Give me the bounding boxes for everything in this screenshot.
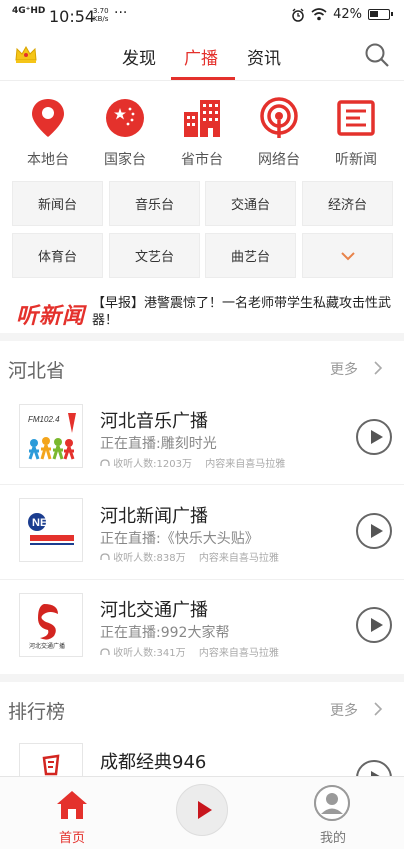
tab-news[interactable]: 资讯 xyxy=(247,44,281,69)
tab-me-label[interactable]: 我的 xyxy=(320,827,346,846)
grid-economy-station[interactable]: 经济台 xyxy=(302,181,393,226)
status-bar: 4G⁺HD 10:54 3.70 KB/s ··· 42% xyxy=(0,0,404,32)
station-listeners: 收听人数:838万 xyxy=(113,553,186,564)
national-star-icon xyxy=(106,99,144,137)
music-station-logo-icon: FM102.4 xyxy=(28,413,76,460)
crown-icon[interactable] xyxy=(14,44,38,64)
search-icon[interactable] xyxy=(364,42,390,68)
play-button[interactable] xyxy=(356,419,392,455)
category-network[interactable]: 网络台 xyxy=(243,96,315,169)
section-separator xyxy=(0,674,404,682)
grid-arts-station[interactable]: 文艺台 xyxy=(109,233,200,278)
station-logo: 河北交通广播 xyxy=(19,593,83,657)
category-news[interactable]: 听新闻 xyxy=(320,96,392,169)
station-logo: NEWS xyxy=(19,498,83,562)
grid-traffic-station[interactable]: 交通台 xyxy=(205,181,296,226)
tab-home-label[interactable]: 首页 xyxy=(59,827,85,846)
grid-expand-button[interactable] xyxy=(302,233,393,278)
station-listeners: 收听人数:341万 xyxy=(113,648,186,659)
status-time: 10:54 xyxy=(49,7,96,26)
news-icon xyxy=(337,100,375,136)
network-speed: 3.70 KB/s xyxy=(93,7,109,23)
station-live: 正在直播:雕刻时光 xyxy=(100,436,217,452)
play-button[interactable] xyxy=(356,513,392,549)
more-link-province[interactable]: 更多 xyxy=(330,359,383,379)
station-meta: 收听人数:1203万 内容来自喜马拉雅 xyxy=(100,455,285,470)
building-icon xyxy=(184,100,220,137)
more-notifications-icon: ··· xyxy=(114,5,128,21)
station-source: 内容来自喜马拉雅 xyxy=(198,553,279,564)
grid-news-station[interactable]: 新闻台 xyxy=(12,181,103,226)
signal-indicator: 4G⁺HD xyxy=(12,6,46,16)
section-title-province: 河北省 xyxy=(8,360,66,382)
chevron-right-icon xyxy=(374,361,383,375)
news-headline[interactable]: 【早报】港警震惊了！一名老师带学生私藏攻击性武器！ xyxy=(92,295,392,329)
more-label: 更多 xyxy=(330,703,358,719)
tab-broadcast[interactable]: 广播 xyxy=(184,44,218,69)
station-source: 内容来自喜马拉雅 xyxy=(198,648,279,659)
location-pin-icon xyxy=(32,99,64,137)
category-label: 网络台 xyxy=(258,152,300,168)
logo-caption: NEWS xyxy=(32,517,65,529)
player-button[interactable] xyxy=(176,784,228,836)
station-logo xyxy=(19,743,83,777)
grid-sports-station[interactable]: 体育台 xyxy=(12,233,103,278)
station-name: 河北交通广播 xyxy=(100,600,208,621)
section-separator xyxy=(0,333,404,341)
network-speed-unit: KB/s xyxy=(93,15,109,23)
station-live: 正在直播:《快乐大头贴》 xyxy=(100,531,259,547)
category-label: 本地台 xyxy=(27,152,69,168)
wifi-icon xyxy=(311,8,327,21)
station-live: 正在直播:992大家帮 xyxy=(100,625,230,641)
headphone-icon xyxy=(100,648,110,655)
chengdu-station-logo-icon xyxy=(42,754,60,776)
more-label: 更多 xyxy=(330,362,358,378)
tab-discover[interactable]: 发现 xyxy=(122,44,156,69)
battery-percent: 42% xyxy=(333,7,362,22)
logo-caption: FM102.4 xyxy=(28,415,60,424)
user-avatar-icon xyxy=(314,785,350,821)
chevron-right-icon xyxy=(374,702,383,716)
station-name: 河北新闻广播 xyxy=(100,506,208,527)
top-navigation: 发现 广播 资讯 xyxy=(0,32,404,81)
battery-icon xyxy=(368,9,393,20)
alarm-icon xyxy=(292,8,304,22)
headphone-icon xyxy=(100,459,110,466)
play-button[interactable] xyxy=(356,607,392,643)
station-name: 河北音乐广播 xyxy=(100,411,208,432)
station-logo: FM102.4 xyxy=(19,404,83,468)
headphone-icon xyxy=(100,553,110,560)
status-right: 42% xyxy=(291,7,393,22)
category-label: 省市台 xyxy=(181,152,223,168)
category-label: 国家台 xyxy=(104,152,146,168)
station-listeners: 收听人数:1203万 xyxy=(113,459,193,470)
more-link-rank[interactable]: 更多 xyxy=(330,700,383,720)
category-local[interactable]: 本地台 xyxy=(12,96,84,169)
profile-icon[interactable] xyxy=(314,785,350,821)
chevron-down-icon xyxy=(340,251,355,260)
station-meta: 收听人数:341万 内容来自喜马拉雅 xyxy=(100,644,279,659)
logo-caption: 河北交通广播 xyxy=(29,642,65,650)
station-meta: 收听人数:838万 内容来自喜马拉雅 xyxy=(100,549,279,564)
home-icon[interactable] xyxy=(55,789,89,821)
network-speed-value: 3.70 xyxy=(93,7,109,15)
broadcast-icon xyxy=(260,97,298,138)
news-station-logo-icon: NEWS xyxy=(28,513,74,545)
section-title-rank: 排行榜 xyxy=(8,701,66,723)
grid-music-station[interactable]: 音乐台 xyxy=(109,181,200,226)
category-label: 听新闻 xyxy=(335,152,377,168)
station-name: 成都经典946 xyxy=(100,752,207,773)
category-national[interactable]: 国家台 xyxy=(89,96,161,169)
news-logo: 听新闻 xyxy=(16,303,86,329)
grid-opera-station[interactable]: 曲艺台 xyxy=(205,233,296,278)
bottom-tab-bar: 首页 我的 xyxy=(0,776,404,849)
active-tab-indicator xyxy=(171,77,235,80)
station-source: 内容来自喜马拉雅 xyxy=(205,459,286,470)
category-provincial[interactable]: 省市台 xyxy=(166,96,238,169)
traffic-station-logo-icon: 河北交通广播 xyxy=(29,604,65,650)
